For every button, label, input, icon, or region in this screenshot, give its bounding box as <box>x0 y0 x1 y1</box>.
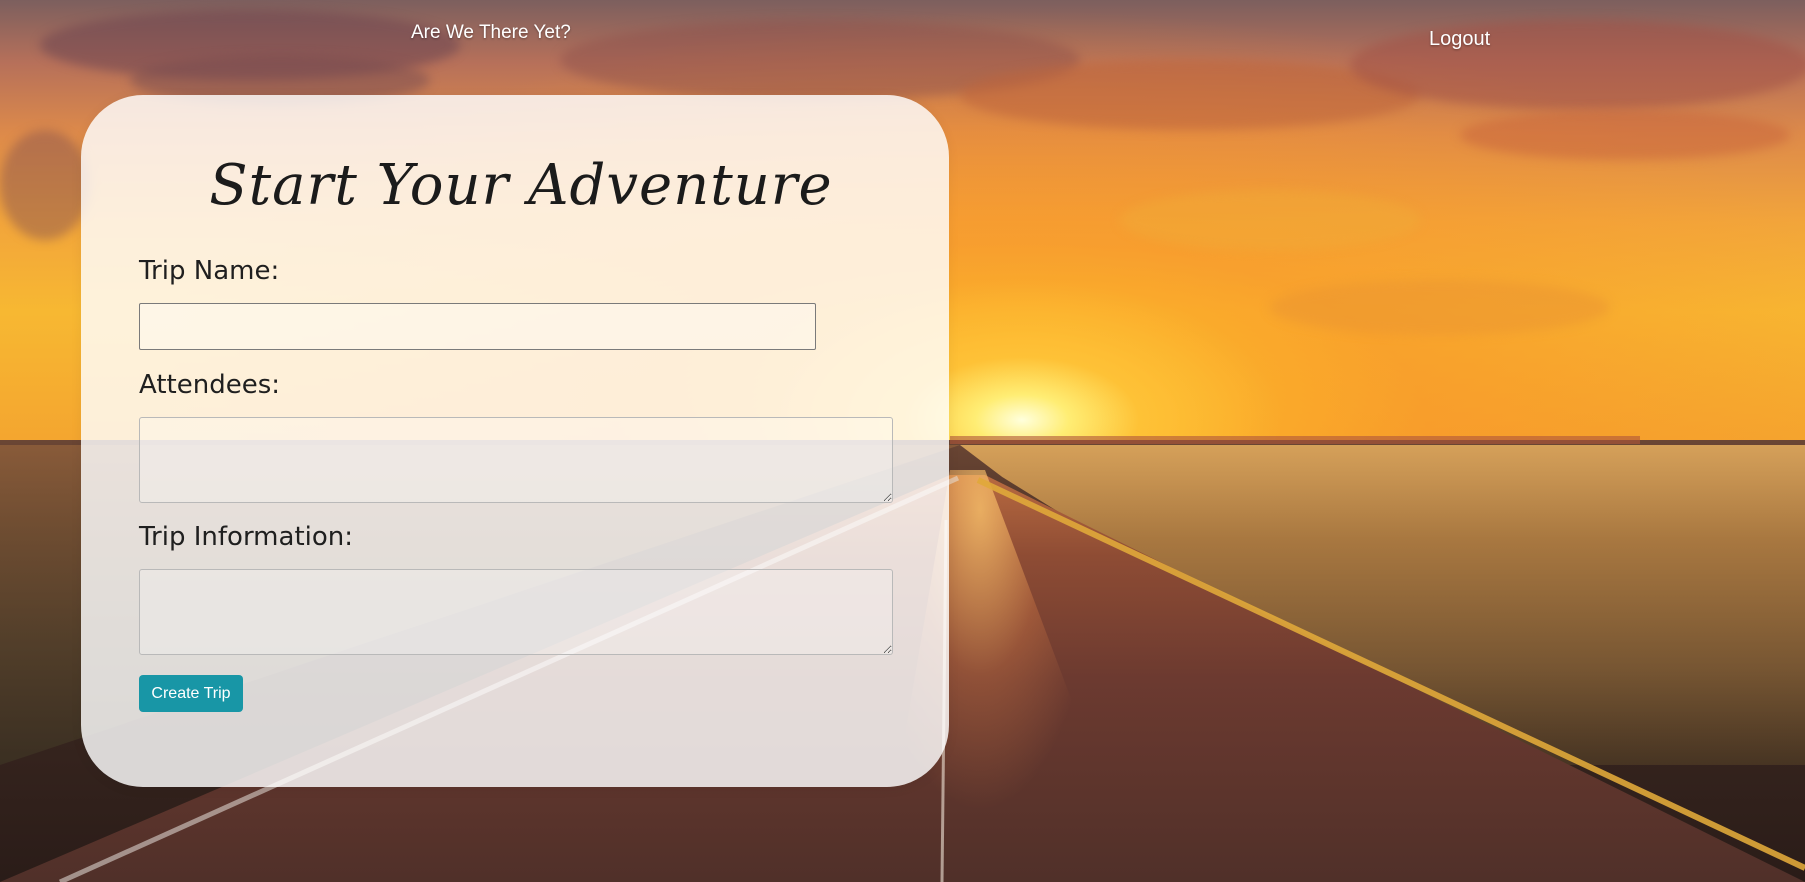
create-trip-button[interactable]: Create Trip <box>139 675 243 712</box>
app-title-link[interactable]: Are We There Yet? <box>411 22 571 44</box>
trip-name-label: Trip Name: <box>139 256 280 286</box>
trip-information-textarea[interactable] <box>139 569 893 655</box>
attendees-label: Attendees: <box>139 370 280 400</box>
logout-link[interactable]: Logout <box>1429 28 1490 51</box>
trip-name-input[interactable] <box>139 303 816 350</box>
attendees-textarea[interactable] <box>139 417 893 503</box>
create-trip-card: Start Your Adventure Trip Name: Attendee… <box>81 95 949 787</box>
page-title: Start Your Adventure <box>209 153 833 218</box>
trip-information-label: Trip Information: <box>139 522 354 552</box>
